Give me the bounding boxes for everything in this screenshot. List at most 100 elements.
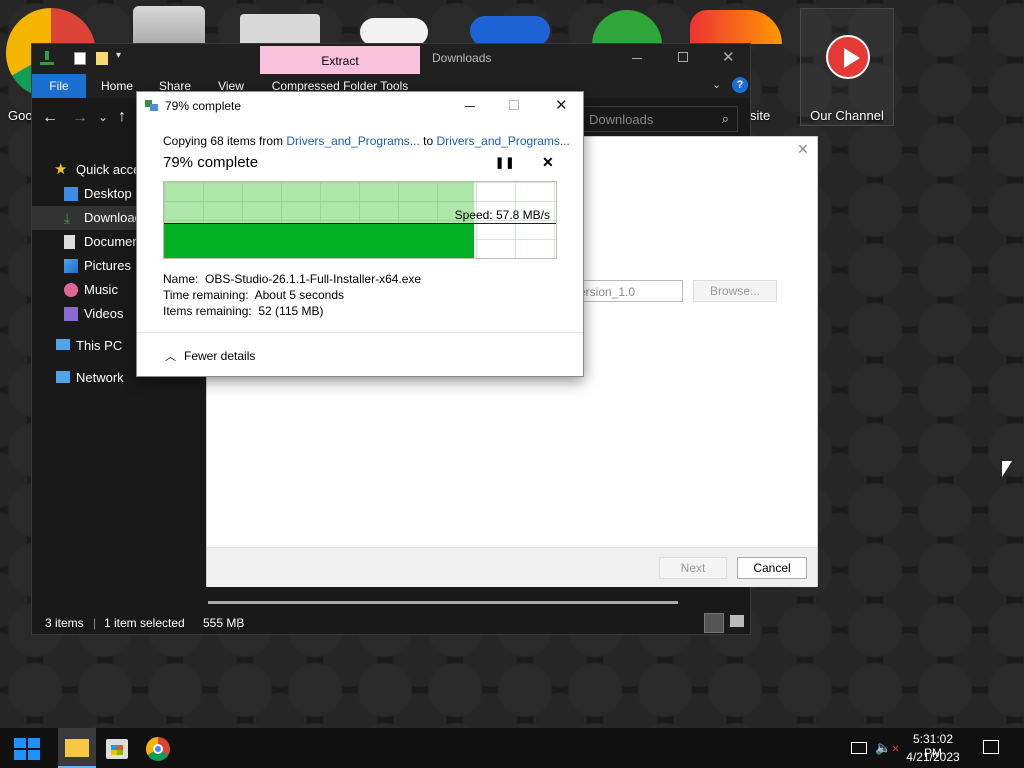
time-label: Time remaining:	[163, 288, 249, 302]
next-button[interactable]: Next	[659, 557, 727, 579]
speed-line	[164, 223, 556, 224]
maximize-icon	[509, 100, 519, 110]
youtube-play-icon	[826, 35, 870, 79]
minimize-icon[interactable]	[465, 106, 475, 107]
contextual-tab-label: Extract	[321, 54, 359, 68]
status-selected: 1 item selected	[104, 616, 185, 630]
status-divider: |	[93, 616, 97, 630]
up-arrow-icon[interactable]: ↑	[118, 108, 126, 126]
nav-item-label: This PC	[76, 338, 123, 353]
tab-label: File	[49, 79, 69, 93]
back-arrow-icon[interactable]: ←	[42, 109, 58, 127]
copy-prefix: Copying 68 items from	[163, 134, 284, 148]
details-section: Name: OBS-Studio-26.1.1-Full-Installer-x…	[163, 271, 421, 319]
file-explorer-taskbar-icon[interactable]	[58, 728, 96, 768]
speed-graph: Speed: 57.8 MB/s	[163, 181, 557, 259]
ribbon-expand-icon[interactable]: ⌄	[712, 78, 721, 91]
search-box[interactable]: Downloads ⌕	[580, 106, 738, 132]
properties-qa-icon[interactable]	[74, 52, 86, 65]
close-icon[interactable]: ✕	[555, 96, 568, 114]
status-item-count: 3 items	[45, 616, 84, 630]
volume-muted-icon[interactable]: 🔈✕	[875, 740, 900, 756]
name-value: OBS-Studio-26.1.1-Full-Installer-x64.exe	[205, 272, 422, 286]
dialog-divider	[137, 332, 583, 333]
ps-controller-icon[interactable]	[470, 16, 550, 46]
window-title: Downloads	[432, 51, 492, 65]
items-label: Items remaining:	[163, 304, 252, 318]
windows-start-icon[interactable]	[14, 738, 40, 760]
minimize-icon[interactable]	[632, 58, 642, 59]
close-icon[interactable]: ✕	[797, 141, 809, 158]
dialog-title: 79% complete	[165, 99, 242, 113]
details-view-icon[interactable]	[704, 613, 724, 633]
contextual-tab-extract[interactable]: Extract	[260, 46, 420, 74]
nav-item-label: Videos	[84, 306, 124, 321]
tab-label: Home	[100, 79, 133, 93]
desktop-icon-label: Our Channel	[810, 108, 884, 123]
browse-button-label: Browse...	[709, 284, 760, 298]
desktop-icon-website-app[interactable]: site	[750, 0, 800, 125]
wizard-footer: Next Cancel	[207, 547, 817, 587]
detail-time-row: Time remaining: About 5 seconds	[163, 287, 421, 303]
copy-dialog-icon	[145, 100, 159, 112]
maximize-icon[interactable]	[678, 52, 688, 62]
name-label: Name:	[163, 272, 199, 286]
browse-button[interactable]: Browse...	[693, 280, 777, 302]
large-icons-view-icon[interactable]	[730, 615, 744, 627]
help-icon[interactable]: ?	[732, 77, 748, 93]
explorer-title-bar: ▾ Extract Downloads ✕	[32, 44, 750, 74]
close-icon[interactable]: ✕	[722, 48, 735, 66]
recent-dropdown-icon[interactable]: ⌄	[98, 110, 108, 124]
music-icon	[64, 283, 78, 297]
fewer-details-toggle[interactable]: ︿ Fewer details	[165, 348, 255, 364]
destination-path-input[interactable]: ersion_1.0	[575, 280, 683, 302]
cancel-copy-icon[interactable]: ✕	[542, 154, 554, 171]
horizontal-scrollbar[interactable]	[208, 601, 678, 604]
copy-to: to	[423, 134, 434, 148]
status-divider: |	[237, 616, 241, 630]
xbox-controller-icon[interactable]	[360, 18, 428, 46]
pictures-icon	[64, 259, 78, 273]
xbox-app-icon[interactable]	[592, 10, 662, 46]
new-folder-qa-icon[interactable]	[96, 52, 108, 65]
nav-item-label: Music	[84, 282, 118, 297]
tab-home[interactable]: Home	[92, 74, 142, 98]
store-icon[interactable]	[106, 739, 128, 759]
source-link[interactable]: Drivers_and_Programs...	[286, 134, 419, 148]
network-tray-icon[interactable]	[851, 742, 867, 754]
taskbar: 🔈✕ 5:31:02 PM 4/21/2023	[0, 728, 1024, 768]
clock-date[interactable]: 4/21/2023	[904, 750, 962, 764]
detail-items-row: Items remaining: 52 (115 MB)	[163, 303, 421, 319]
speed-label: Speed: 57.8 MB/s	[454, 208, 550, 222]
network-icon	[56, 371, 70, 383]
destination-path-value: ersion_1.0	[579, 285, 636, 299]
items-value: 52 (115 MB)	[258, 304, 324, 318]
mouse-cursor-icon	[1002, 461, 1012, 477]
nav-item-label: Pictures	[84, 258, 131, 273]
pause-button[interactable]: ❚❚	[495, 156, 515, 169]
documents-icon	[64, 235, 75, 249]
notification-icon[interactable]	[983, 740, 999, 754]
desktop-icon-label: site	[750, 108, 771, 123]
detail-name-row: Name: OBS-Studio-26.1.1-Full-Installer-x…	[163, 271, 421, 287]
destination-link[interactable]: Drivers_and_Programs...	[436, 134, 569, 148]
qa-dropdown-icon[interactable]: ▾	[116, 50, 121, 61]
tab-file[interactable]: File	[32, 74, 86, 98]
next-button-label: Next	[680, 561, 706, 575]
search-placeholder: Downloads	[589, 112, 654, 127]
progress-heading: 79% complete	[163, 154, 259, 171]
search-icon: ⌕	[721, 111, 729, 126]
desktop-icon-our-channel[interactable]: Our Channel	[800, 8, 894, 126]
time-value: About 5 seconds	[254, 288, 345, 302]
recycle-bin-icon[interactable]	[133, 6, 205, 46]
download-qa-icon[interactable]	[40, 51, 54, 65]
cancel-button[interactable]: Cancel	[737, 557, 807, 579]
desktop-icon	[64, 187, 78, 201]
chrome-taskbar-icon[interactable]	[146, 737, 170, 761]
fewer-details-label: Fewer details	[184, 349, 256, 363]
nav-item-label: Network	[76, 370, 124, 385]
copy-summary: Copying 68 items from Drivers_and_Progra…	[163, 134, 570, 148]
cancel-button-label: Cancel	[753, 561, 791, 575]
nav-item-label: Desktop	[84, 186, 132, 201]
forward-arrow-icon[interactable]: →	[72, 109, 88, 127]
